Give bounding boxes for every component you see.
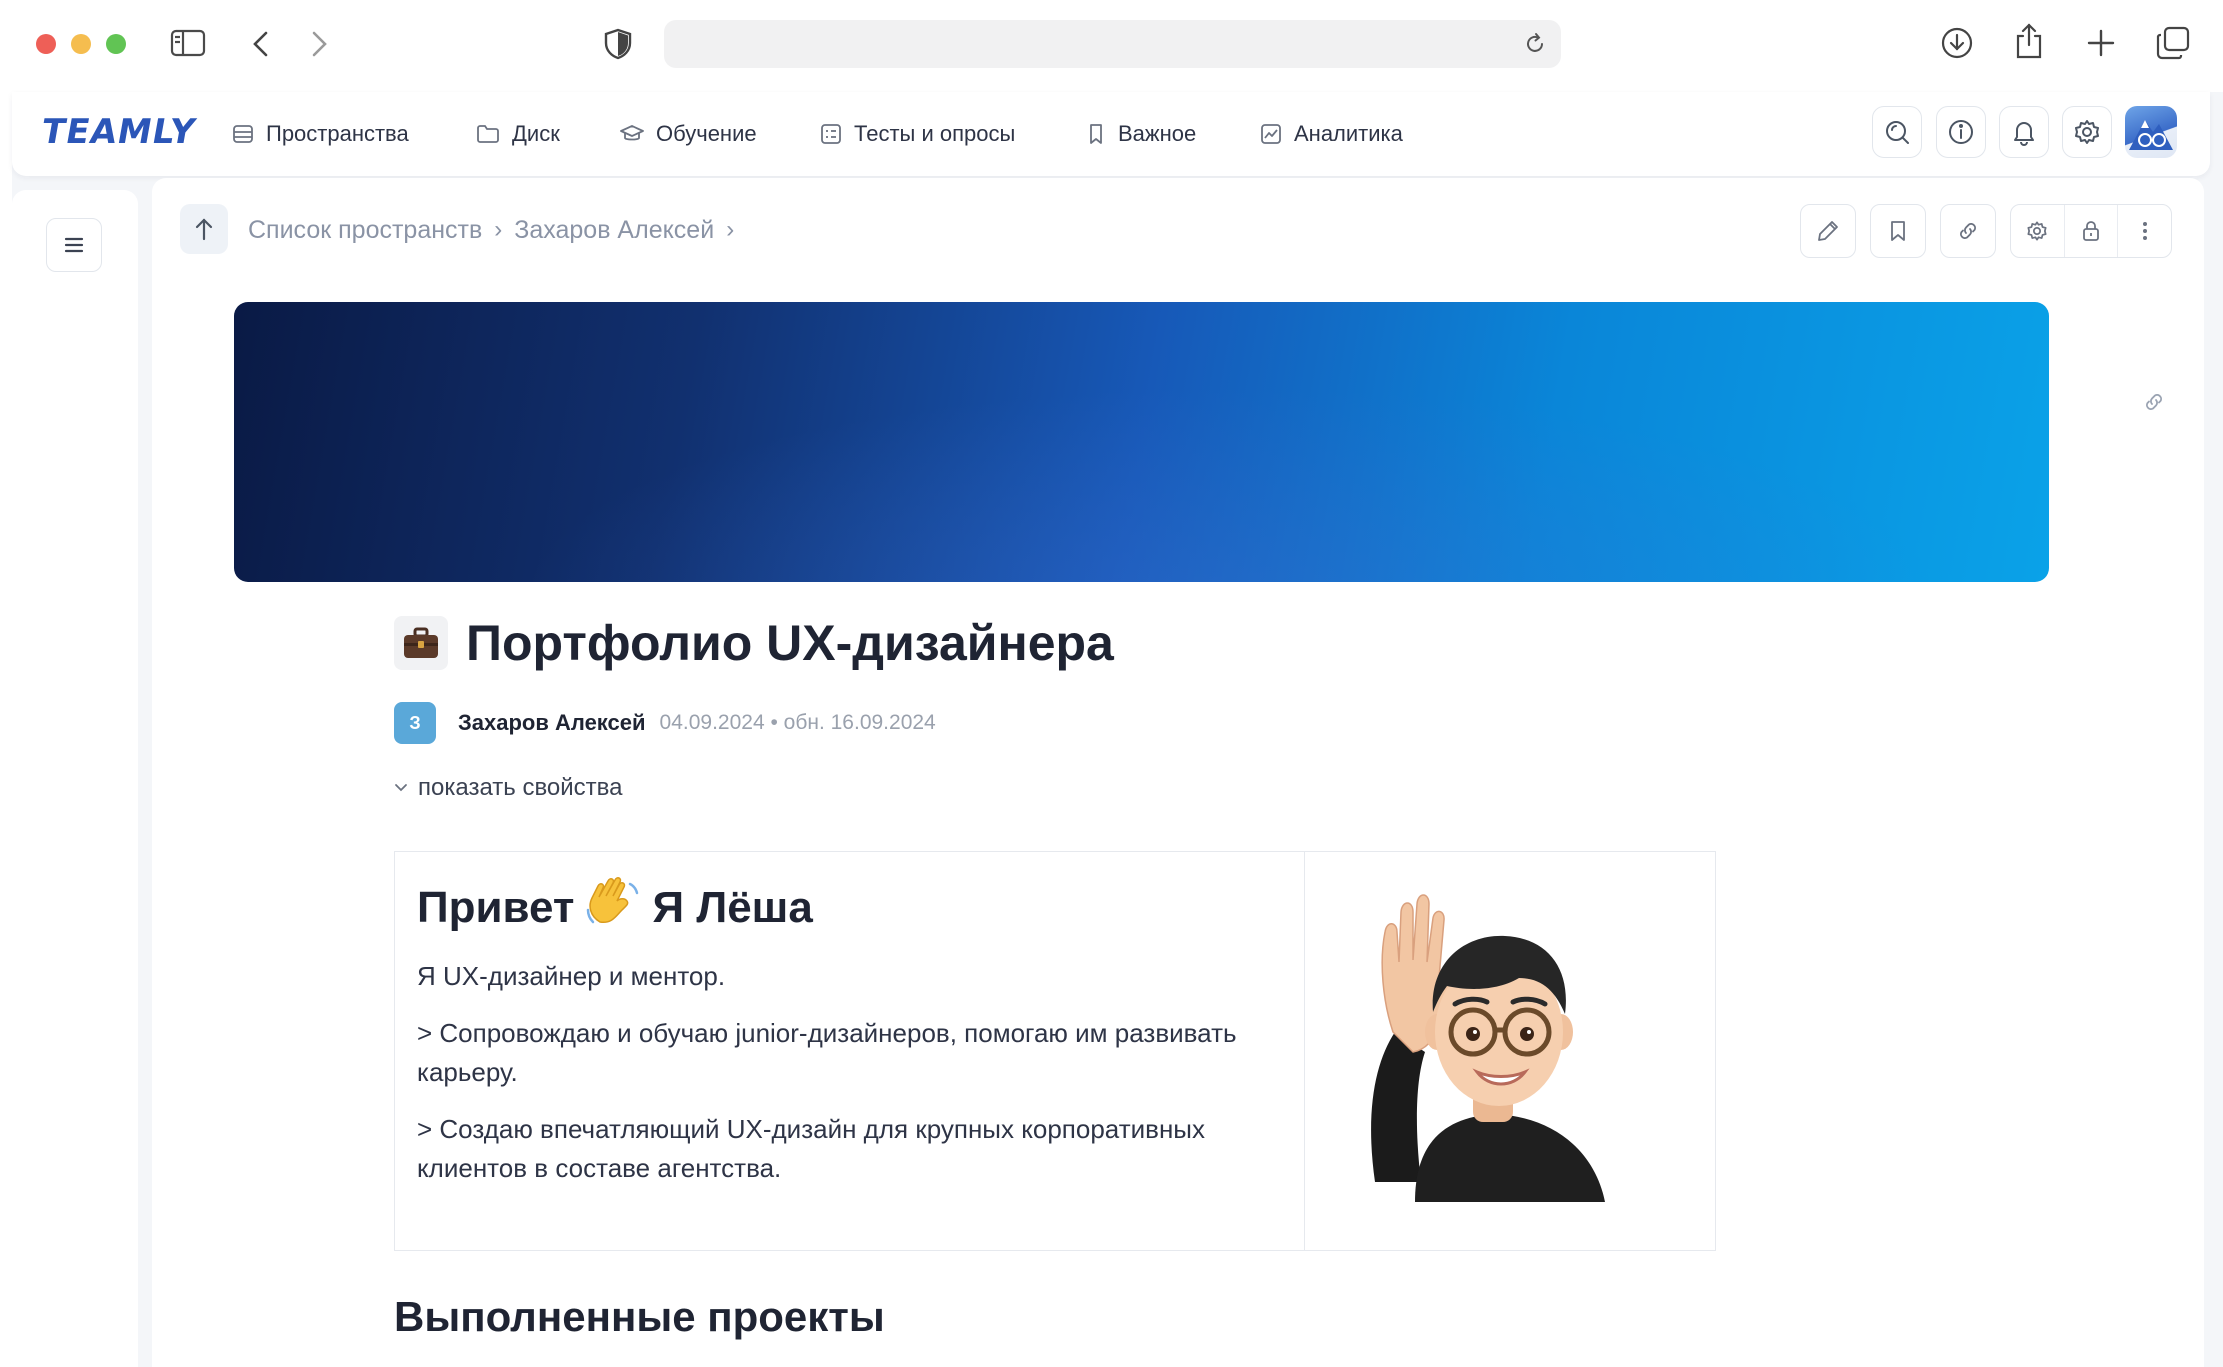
- bell-icon: [2014, 122, 2034, 146]
- page-dates: 04.09.2024 • обн. 16.09.2024: [659, 711, 936, 734]
- gear-icon: [2027, 221, 2047, 241]
- bookmark-icon: [1891, 221, 1905, 241]
- breadcrumb: Список пространств › Захаров Алексей ›: [248, 210, 734, 250]
- back-icon[interactable]: [250, 30, 272, 58]
- waving-hand-icon: [584, 876, 642, 939]
- memoji-image-cell[interactable]: [1305, 852, 1715, 1250]
- minimize-window-button[interactable]: [71, 34, 91, 54]
- breadcrumb-item-space[interactable]: Захаров Алексей: [514, 216, 714, 245]
- breadcrumb-item-spaces-list[interactable]: Список пространств: [248, 216, 482, 245]
- page-settings-group: [2010, 204, 2172, 258]
- intro-paragraph: > Сопровождаю и обучаю junior-дизайнеров…: [417, 1018, 1237, 1087]
- bookmark-button[interactable]: [1870, 204, 1926, 258]
- nav-item-learning[interactable]: Обучение: [620, 116, 757, 152]
- bookmark-icon: [1090, 124, 1102, 144]
- nav-item-tests[interactable]: Тесты и опросы: [820, 116, 1015, 152]
- page-settings-button[interactable]: [2011, 205, 2064, 257]
- more-icon: [2142, 222, 2147, 240]
- page-emoji-icon[interactable]: [394, 616, 448, 670]
- search-icon: [1886, 121, 1909, 144]
- arrow-up-icon: [195, 218, 213, 241]
- left-sidebar: [12, 190, 138, 1367]
- info-icon: [1949, 120, 1973, 144]
- intro-heading-part1: Привет: [417, 882, 575, 932]
- nav-item-important[interactable]: Важное: [1086, 116, 1196, 152]
- pencil-icon: [1818, 221, 1838, 241]
- nav-item-disk[interactable]: Диск: [476, 116, 560, 152]
- browser-toolbar: [0, 0, 2223, 92]
- chevron-right-icon: ›: [494, 216, 503, 243]
- address-bar[interactable]: [664, 20, 1561, 68]
- reload-icon[interactable]: [1523, 32, 1547, 61]
- share-icon[interactable]: [2014, 22, 2044, 60]
- nav-item-spaces[interactable]: Пространства: [232, 116, 409, 152]
- edit-button[interactable]: [1800, 204, 1856, 258]
- access-button[interactable]: [2063, 205, 2118, 257]
- copy-link-button[interactable]: [1940, 204, 1996, 258]
- intro-paragraph: Я UX-дизайнер и ментор.: [417, 961, 726, 991]
- page-cover-image: [234, 302, 2049, 582]
- nav-item-label: Обучение: [656, 121, 757, 146]
- teamly-logo[interactable]: TEAMLY: [38, 112, 199, 152]
- lock-icon: [2083, 221, 2099, 241]
- nav-item-analytics[interactable]: Аналитика: [1260, 116, 1403, 152]
- new-tab-icon[interactable]: [2086, 28, 2116, 58]
- nav-item-label: Тесты и опросы: [854, 121, 1016, 146]
- zoom-window-button[interactable]: [106, 34, 126, 54]
- nav-item-label: Пространства: [266, 121, 409, 146]
- page-header: Портфолио UX-дизайнера: [394, 614, 1114, 672]
- chart-icon: [1261, 124, 1281, 144]
- checklist-icon: [821, 124, 841, 144]
- privacy-shield-icon[interactable]: [604, 28, 632, 60]
- nav-item-label: Аналитика: [1294, 121, 1403, 146]
- nav-item-label: Важное: [1118, 121, 1197, 146]
- sidebar-toggle-icon[interactable]: [170, 28, 206, 58]
- sidebar-menu-button[interactable]: [46, 218, 102, 272]
- search-button[interactable]: [1872, 106, 1922, 158]
- memoji-avatar-image: [1371, 894, 1605, 1202]
- page-meta: З Захаров Алексей 04.09.2024 • обн. 16.0…: [394, 702, 936, 744]
- intro-heading-part2: Я Лёша: [652, 882, 813, 932]
- intro-paragraph: > Создаю впечатляющий UX-дизайн для круп…: [417, 1114, 1205, 1183]
- chevron-down-icon: [395, 784, 407, 792]
- notifications-button[interactable]: [1999, 106, 2049, 158]
- link-icon: [1960, 223, 1976, 239]
- user-avatar[interactable]: [2125, 106, 2177, 158]
- forward-icon[interactable]: [308, 30, 330, 58]
- section-heading-projects: Выполненные проекты: [394, 1293, 885, 1340]
- settings-button[interactable]: [2062, 106, 2112, 158]
- intro-heading: Привет Я Лёша: [417, 876, 1282, 939]
- spaces-icon: [233, 125, 253, 143]
- nav-item-label: Диск: [512, 121, 560, 146]
- info-button[interactable]: [1936, 106, 1986, 158]
- go-up-button[interactable]: [180, 204, 228, 254]
- intro-text-cell[interactable]: Привет Я Лёша Я UX-дизайнер и ментор. > …: [395, 852, 1305, 1250]
- main-content: Список пространств › Захаров Алексей › П…: [152, 178, 2204, 1367]
- author-name[interactable]: Захаров Алексей: [458, 710, 646, 736]
- gear-icon: [2075, 120, 2099, 144]
- page-title: Портфолио UX-дизайнера: [466, 615, 1114, 671]
- author-avatar[interactable]: З: [394, 702, 436, 744]
- download-icon[interactable]: [1940, 26, 1974, 60]
- intro-table: Привет Я Лёша Я UX-дизайнер и ментор. > …: [394, 851, 1716, 1251]
- hamburger-icon: [64, 237, 84, 253]
- anchor-link-icon[interactable]: [2142, 390, 2166, 419]
- more-options-button[interactable]: [2117, 205, 2171, 257]
- graduation-cap-icon: [620, 125, 644, 141]
- app-top-navigation: TEAMLY Пространства Диск Обучение Тесты …: [12, 92, 2210, 176]
- show-properties-label: показать свойства: [418, 774, 623, 801]
- chevron-right-icon: ›: [726, 216, 735, 243]
- folder-icon: [477, 125, 499, 143]
- show-properties-toggle[interactable]: показать свойства: [394, 770, 623, 806]
- tab-overview-icon[interactable]: [2156, 26, 2190, 60]
- close-window-button[interactable]: [36, 34, 56, 54]
